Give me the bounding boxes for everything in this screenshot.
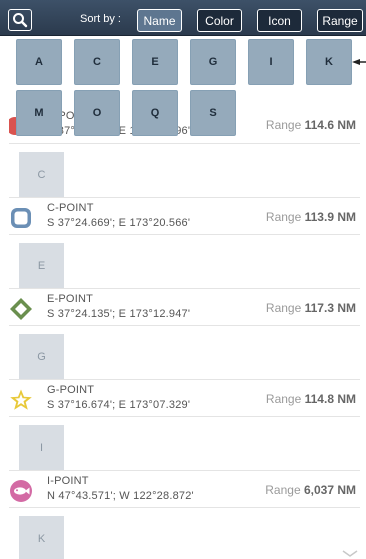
chevron-down-icon[interactable]: [340, 549, 360, 559]
range-label: Range: [265, 301, 302, 315]
point-range: Range 114.8 NM: [266, 392, 356, 406]
range-label: Range: [265, 392, 302, 406]
letter-section-g: G: [9, 326, 360, 380]
index-key-e[interactable]: E: [132, 39, 178, 85]
point-range: Range 113.9 NM: [266, 210, 356, 224]
index-key-c[interactable]: C: [74, 39, 120, 85]
diamond-icon: [10, 298, 32, 320]
letter-section-i: I: [9, 417, 360, 471]
range-label: Range: [265, 210, 302, 224]
index-key-k[interactable]: K: [306, 39, 352, 85]
index-key-o[interactable]: O: [74, 90, 120, 136]
index-key-m[interactable]: M: [16, 90, 62, 136]
range-value: 113.9 NM: [304, 210, 356, 224]
range-value: 117.3 NM: [304, 301, 356, 315]
index-key-s[interactable]: S: [190, 90, 236, 136]
letter-tile[interactable]: C: [19, 152, 64, 197]
point-name: G-POINT: [47, 384, 95, 396]
list-item-g-point[interactable]: G-POINT S 37°16.674'; E 173°07.329' Rang…: [9, 380, 360, 417]
fish-icon: [10, 480, 32, 502]
list-item-c-point[interactable]: C-POINT S 37°24.669'; E 173°20.566' Rang…: [9, 198, 360, 235]
list-item-i-point[interactable]: I-POINT N 47°43.571'; W 122°28.872' Rang…: [9, 471, 360, 508]
point-coords: N 47°43.571'; W 122°28.872': [47, 490, 194, 502]
point-name: I-POINT: [47, 475, 89, 487]
index-key-i[interactable]: I: [248, 39, 294, 85]
point-range: Range 6,037 NM: [265, 483, 356, 497]
index-key-q[interactable]: Q: [132, 90, 178, 136]
letter-tile[interactable]: E: [19, 243, 64, 288]
list-item-e-point[interactable]: E-POINT S 37°24.135'; E 173°12.947' Rang…: [9, 289, 360, 326]
star-icon: [10, 389, 32, 410]
letter-section-k: K: [9, 508, 360, 559]
point-coords: S 37°24.669'; E 173°20.566': [47, 217, 191, 229]
letter-section-e: E: [9, 235, 360, 289]
letter-tile[interactable]: I: [19, 425, 64, 470]
range-label: Range: [265, 483, 301, 497]
pointer-arrow-icon: [352, 59, 366, 65]
range-value: 6,037 NM: [303, 483, 356, 497]
point-name: C-POINT: [47, 202, 94, 214]
alphabet-index-popup: A C E G I K M O Q S: [0, 0, 366, 145]
point-range: Range 117.3 NM: [266, 301, 356, 315]
letter-tile[interactable]: G: [19, 334, 64, 379]
range-value: 114.8 NM: [304, 392, 356, 406]
index-key-a[interactable]: A: [16, 39, 62, 85]
point-coords: S 37°16.674'; E 173°07.329': [47, 399, 191, 411]
rounded-square-icon: [11, 208, 31, 228]
point-name: E-POINT: [47, 293, 94, 305]
letter-section-c: C: [9, 144, 360, 198]
index-key-g[interactable]: G: [190, 39, 236, 85]
letter-tile[interactable]: K: [19, 516, 64, 559]
point-coords: S 37°24.135'; E 173°12.947': [47, 308, 191, 320]
